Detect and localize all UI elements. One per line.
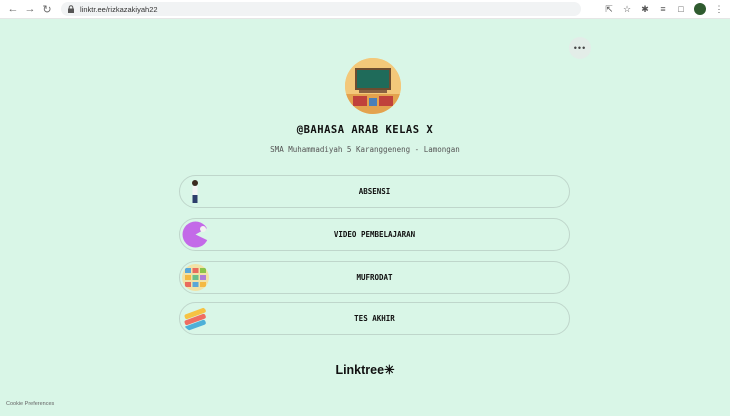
browser-toolbar: ← → ↻ linktr.ee/rizkazakiyah22 ⇱ ☆ ✱ ≡ □…: [0, 0, 730, 19]
address-bar[interactable]: linktr.ee/rizkazakiyah22: [61, 2, 581, 16]
link-label: ABSENSI: [358, 187, 391, 196]
test-thumbnail-icon: [182, 305, 209, 332]
lock-icon: [67, 5, 75, 13]
bookmark-star-icon[interactable]: ☆: [622, 4, 632, 14]
vocabulary-thumbnail-icon: [182, 264, 209, 291]
menu-kebab-icon[interactable]: ⋮: [714, 4, 724, 14]
back-icon[interactable]: ←: [6, 2, 20, 16]
link-button-video-pembelajaran[interactable]: VIDEO PEMBELAJARAN: [179, 218, 570, 251]
profile-avatar: [345, 58, 401, 114]
link-label: TES AKHIR: [354, 314, 395, 323]
more-options-icon: •••: [573, 43, 587, 53]
link-label: VIDEO PEMBELAJARAN: [333, 230, 416, 239]
linktree-logo[interactable]: Linktree✳: [0, 362, 730, 377]
reading-list-icon[interactable]: ≡: [658, 4, 668, 14]
more-options-button[interactable]: •••: [569, 37, 591, 59]
url-text: linktr.ee/rizkazakiyah22: [80, 4, 158, 14]
reload-icon[interactable]: ↻: [40, 2, 54, 16]
link-button-mufrodat[interactable]: MUFRODAT: [179, 261, 570, 294]
link-label: MUFRODAT: [356, 273, 393, 282]
video-thumbnail-icon: [182, 221, 209, 248]
share-icon[interactable]: ⇱: [604, 4, 614, 14]
cookie-preferences-link[interactable]: Cookie Preferences: [6, 401, 54, 407]
side-panel-icon[interactable]: □: [676, 4, 686, 14]
profile-subtitle: SMA Muhammadiyah 5 Karanggeneng - Lamong…: [270, 145, 460, 154]
link-button-absensi[interactable]: ABSENSI: [179, 175, 570, 208]
link-button-tes-akhir[interactable]: TES AKHIR: [179, 302, 570, 335]
forward-icon[interactable]: →: [23, 2, 37, 16]
person-thumbnail-icon: [182, 178, 209, 205]
profile-avatar-icon[interactable]: [694, 3, 706, 15]
profile-title: @BAHASA ARAB KELAS X: [296, 124, 434, 136]
extensions-icon[interactable]: ✱: [640, 4, 650, 14]
